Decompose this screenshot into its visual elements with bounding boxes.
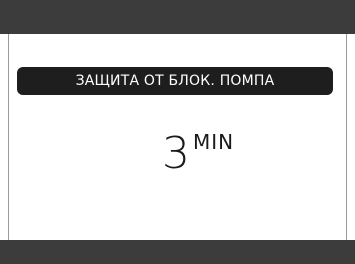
display-screen: ЗАЩИТА ОТ БЛОК. ПОМПА 3 MIN: [0, 0, 355, 264]
right-border-line: [346, 34, 347, 240]
top-bar: [0, 0, 355, 34]
setting-unit: MIN: [193, 130, 235, 154]
setting-title: ЗАЩИТА ОТ БЛОК. ПОМПА: [75, 73, 275, 89]
setting-title-banner: ЗАЩИТА ОТ БЛОК. ПОМПА: [17, 67, 333, 95]
bottom-bar: [0, 240, 355, 264]
setting-value-display[interactable]: 3 MIN: [162, 128, 234, 180]
setting-value: 3: [162, 128, 190, 179]
left-border-line: [8, 34, 9, 240]
